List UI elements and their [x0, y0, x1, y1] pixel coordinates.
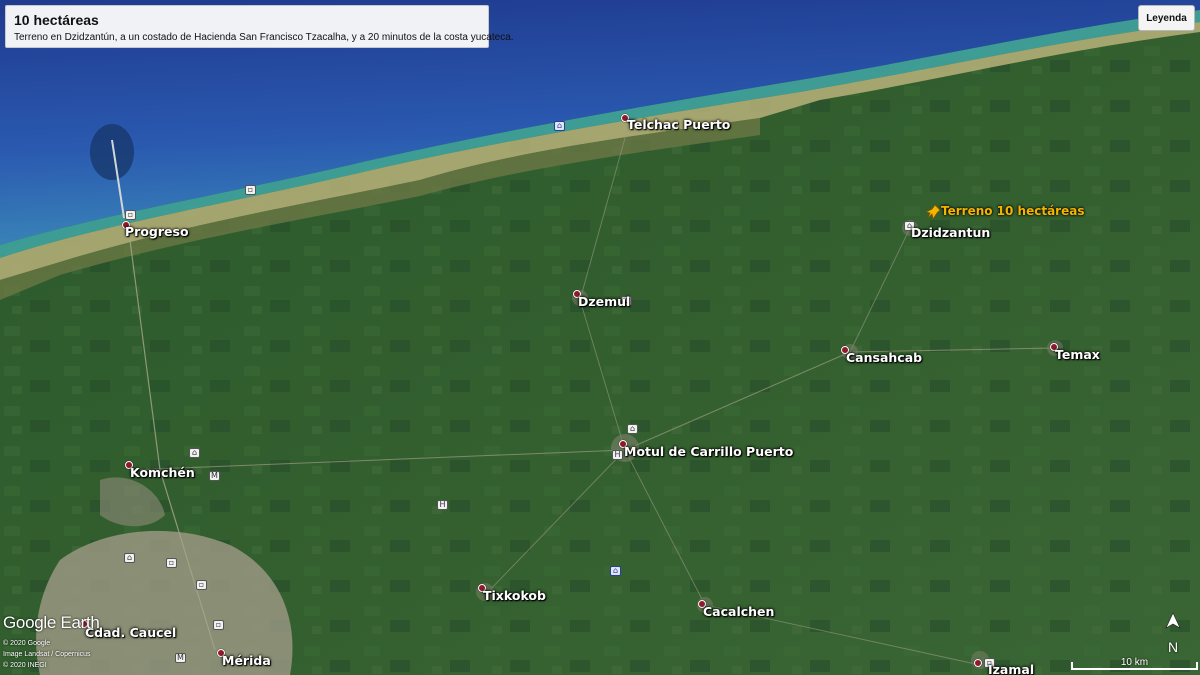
landmark-icon[interactable]: ▫ — [245, 185, 256, 195]
place-label-cacalchen[interactable]: Cacalchen — [703, 604, 774, 619]
landmark-icon[interactable]: ▫ — [125, 210, 136, 220]
info-description: Terreno en Dzidzantún, a un costado de H… — [14, 32, 514, 43]
place-label-motul[interactable]: Motul de Carrillo Puerto — [624, 444, 793, 459]
north-arrow[interactable]: N — [1162, 612, 1184, 655]
landmark-icon[interactable]: ▫ — [213, 620, 224, 630]
place-label-telchac-puerto[interactable]: Telchac Puerto — [627, 117, 730, 132]
scale-bar: 10 km — [1071, 656, 1198, 670]
school-icon[interactable]: ⌂ — [189, 448, 200, 458]
place-label-tixkokob[interactable]: Tixkokob — [483, 588, 546, 603]
legend-button[interactable]: Leyenda — [1138, 5, 1195, 31]
attribution-line: © 2020 Google — [3, 640, 51, 647]
google-earth-logo: Google Earth — [3, 613, 100, 632]
place-label-izamal[interactable]: Izamal — [988, 662, 1034, 675]
place-label-dzemul[interactable]: Dzemul — [578, 294, 630, 309]
school-icon[interactable]: ⌂ — [627, 424, 638, 434]
hotel-icon[interactable]: ⌂ — [610, 566, 621, 576]
school-icon[interactable]: ⌂ — [124, 553, 135, 563]
place-label-cansahcab[interactable]: Cansahcab — [846, 350, 922, 365]
place-label-progreso[interactable]: Progreso — [125, 224, 189, 239]
place-label-komchen[interactable]: Komchén — [130, 465, 195, 480]
info-title: 10 hectáreas — [14, 12, 99, 28]
attribution-line: Image Landsat / Copernicus — [3, 651, 91, 658]
museum-icon[interactable]: M — [175, 653, 186, 663]
satellite-imagery — [0, 0, 1200, 675]
hospital-icon[interactable]: H — [437, 500, 448, 510]
satellite-map[interactable]: ⌂ ▫ ▫ ⌂ ⌂ ⌂ H ⌂ M H ⌂ ▫ ⌂ ▫ ▫ M ▫ Telcha… — [0, 0, 1200, 675]
north-arrow-icon — [1165, 612, 1181, 629]
pushpin-icon[interactable] — [926, 204, 942, 224]
info-panel: 10 hectáreas Terreno en Dzidzantún, a un… — [5, 5, 514, 48]
place-label-temax[interactable]: Temax — [1055, 347, 1100, 362]
museum-icon[interactable]: M — [209, 471, 220, 481]
north-label: N — [1167, 639, 1179, 655]
hospital-icon[interactable]: H — [612, 450, 623, 460]
hotel-icon[interactable]: ⌂ — [554, 121, 565, 131]
scale-bar-line — [1071, 662, 1198, 670]
place-label-merida[interactable]: Mérida — [222, 653, 271, 668]
landmark-icon[interactable]: ▫ — [196, 580, 207, 590]
pin-label-terreno[interactable]: Terreno 10 hectáreas — [941, 204, 1084, 218]
attribution-line: © 2020 INEGI — [3, 662, 47, 669]
place-dot[interactable] — [974, 659, 982, 667]
place-label-dzidzantun[interactable]: Dzidzantun — [911, 225, 990, 240]
landmark-icon[interactable]: ▫ — [166, 558, 177, 568]
